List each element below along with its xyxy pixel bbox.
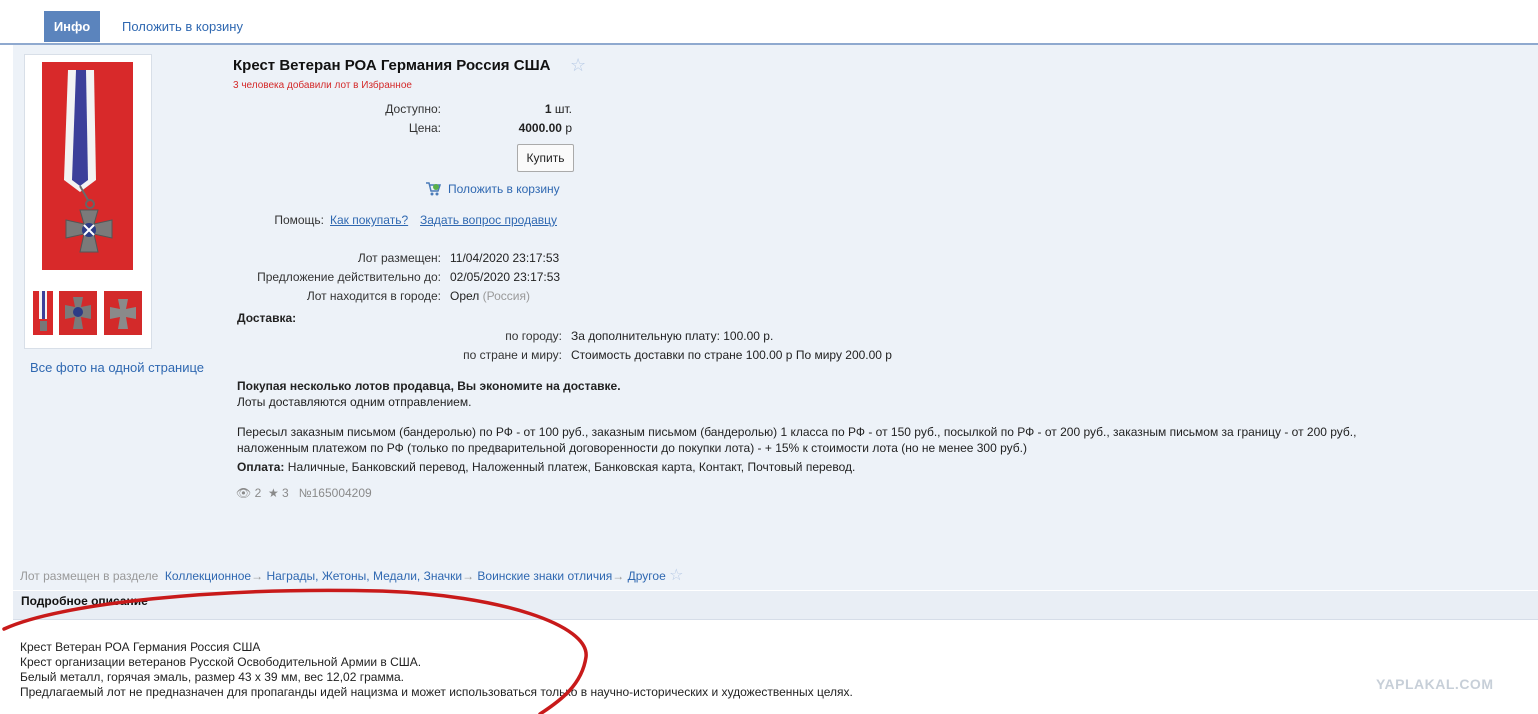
available-unit: шт.: [554, 102, 572, 116]
multi-lot-note: Лоты доставляются одним отправлением.: [237, 395, 472, 409]
red-annotation-ellipse: [2, 588, 588, 714]
section-label: Лот размещен в разделе: [20, 569, 159, 583]
payment-label: Оплата:: [237, 460, 285, 474]
city-name: Орел: [450, 289, 480, 303]
placed-value: 11/04/2020 23:17:53: [450, 251, 560, 265]
favorites-count-note: 3 человека добавили лот в Избранное: [233, 80, 412, 91]
thumbnail-3[interactable]: [104, 291, 142, 335]
photo-gallery: [24, 54, 152, 349]
valid-until-value: 02/05/2020 23:17:53: [450, 270, 561, 284]
eye-icon: 👁: [236, 486, 252, 500]
star-icon: ★: [267, 486, 279, 500]
main-photo[interactable]: [42, 62, 133, 270]
price-label: Цена:: [408, 121, 441, 135]
breadcrumb-other[interactable]: Другое: [628, 569, 666, 583]
breadcrumb-arrow-1: →: [251, 569, 264, 583]
delivery-country-value: Стоимость доставки по стране 100.00 р По…: [571, 348, 892, 362]
available-value: 1 шт.: [450, 102, 572, 116]
section-breadcrumb: Лот размещен в разделе Коллекционное→ На…: [20, 565, 683, 585]
thumbnail-1[interactable]: [33, 291, 53, 335]
section-favorite-star-icon[interactable]: ☆: [669, 567, 683, 584]
delivery-city-value: За дополнительную плату: 100.00 р.: [571, 329, 774, 343]
help-label: Помощь:: [274, 213, 324, 227]
add-to-cart-link[interactable]: Положить в корзину: [448, 182, 560, 196]
shipping-terms-line-2: наложенным платежом по РФ (только по пре…: [237, 441, 1027, 455]
tab-info[interactable]: Инфо: [44, 11, 100, 42]
city-value: Орел (Россия): [450, 289, 530, 303]
price-currency: р: [565, 121, 572, 135]
breadcrumb-arrow-2: →: [462, 569, 475, 583]
delivery-country-label: по стране и миру:: [463, 348, 562, 362]
payment-methods: Оплата: Наличные, Банковский перевод, На…: [237, 459, 855, 475]
breadcrumb-awards[interactable]: Награды, Жетоны, Медали, Значки: [266, 569, 462, 583]
thumbnail-2[interactable]: [59, 291, 97, 335]
lot-number: №165004209: [298, 486, 372, 500]
all-photos-link[interactable]: Все фото на одной странице: [30, 360, 204, 375]
breadcrumb-collectibles[interactable]: Коллекционное: [165, 569, 251, 583]
available-count: 1: [544, 102, 552, 116]
multi-lot-savings: Покупая несколько лотов продавца, Вы эко…: [237, 379, 621, 393]
cart-icon[interactable]: [425, 181, 442, 199]
watermark: YAPLAKAL.COM: [1376, 676, 1494, 692]
stars-count: 3: [282, 486, 289, 500]
valid-until-label: Предложение действительно до:: [257, 270, 441, 284]
breadcrumb-military-insignia[interactable]: Воинские знаки отличия: [477, 569, 612, 583]
buy-button[interactable]: Купить: [517, 144, 574, 172]
views-count: 2: [254, 486, 262, 500]
city-label: Лот находится в городе:: [306, 289, 441, 303]
placed-label: Лот размещен:: [357, 251, 441, 265]
how-to-buy-link[interactable]: Как покупать?: [330, 213, 408, 227]
tab-add-to-cart[interactable]: Положить в корзину: [122, 11, 243, 42]
city-country: (Россия): [482, 289, 530, 303]
payment-value: Наличные, Банковский перевод, Наложенный…: [287, 460, 856, 474]
available-label: Доступно:: [385, 102, 441, 116]
shipping-terms-line-1: Пересыл заказным письмом (бандеролью) по…: [237, 425, 1357, 439]
favorite-star-icon[interactable]: ☆: [570, 55, 586, 76]
tab-bar: Инфо Положить в корзину: [0, 0, 1538, 45]
delivery-heading: Доставка:: [237, 311, 297, 325]
price-value: 4000.00 р: [450, 121, 572, 135]
lot-stats: 👁 2 ★ 3 №165004209: [236, 486, 372, 500]
delivery-city-label: по городу:: [505, 329, 562, 343]
price-amount: 4000.00: [518, 121, 562, 135]
medal-image: [42, 62, 133, 270]
lot-title: Крест Ветеран РОА Германия Россия США: [233, 57, 551, 74]
breadcrumb-arrow-3: →: [612, 569, 625, 583]
ask-seller-link[interactable]: Задать вопрос продавцу: [420, 213, 557, 227]
